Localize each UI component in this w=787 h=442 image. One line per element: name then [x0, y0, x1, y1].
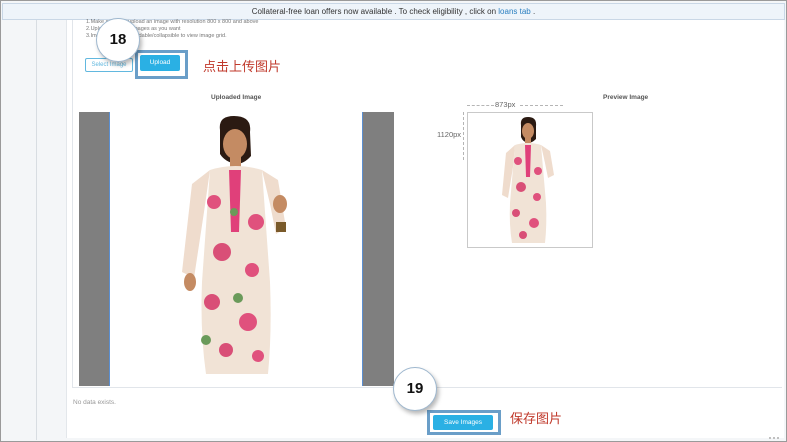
resize-grip-icon[interactable] — [768, 427, 780, 439]
left-gutter-divider — [36, 20, 37, 440]
banner-message: Collateral-free loan offers now availabl… — [251, 7, 497, 16]
save-images-button[interactable]: Save Images — [433, 415, 493, 430]
model-photo-preview — [502, 117, 554, 243]
upload-annotation: 点击上传图片 — [203, 60, 282, 75]
preview-image-frame — [467, 112, 593, 248]
uploaded-image-title: Uploaded Image — [211, 94, 262, 101]
no-data-message: No data exists. — [73, 399, 116, 406]
crop-selection-box[interactable] — [109, 112, 363, 386]
height-dimension-line — [463, 112, 464, 160]
step-callout-upload: 18 — [96, 18, 140, 62]
width-dimension-line-right — [520, 105, 563, 106]
preview-height-label: 1120px — [437, 130, 462, 139]
save-annotation: 保存图片 — [510, 412, 563, 427]
upload-button[interactable]: Upload — [140, 55, 180, 71]
loans-tab-link[interactable]: loans tab — [498, 7, 530, 16]
step-callout-save: 19 — [393, 367, 437, 411]
width-dimension-line-left — [467, 105, 494, 106]
banner-suffix: . — [532, 7, 536, 16]
preview-width-label: 873px — [495, 100, 516, 109]
preview-image-title: Preview Image — [603, 94, 649, 101]
model-photo-large — [182, 116, 287, 374]
